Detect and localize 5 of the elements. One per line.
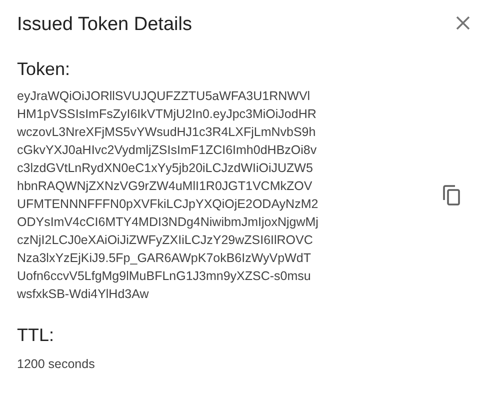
ttl-label: TTL: xyxy=(17,324,54,347)
token-label: Token: xyxy=(17,58,70,81)
token-value: eyJraWQiOiJORllSVUJQUFZZTU5aWFA3U1RNWVlHM1pVSSIsImFsZyI6IkVTMjU2In0.eyJpc3MiOiJodHRwczovL3NreXFjMS5vYWsudHJ1c3R4LXFjLmNvbS9hcGkvYXJ0aHIvc2VydmljZSIsImF1ZCI6Imh0dHBzOi8vc3lzdGVtLnRydXN0eC1xYy5jb20iLCJzdWIiOiJUZW5hbnRAQWNjZXNzVG9rZW4uMlI1R0JGT1VCMkZOVUFMTENNNFFFN0pXVFkiLCJpYXQiOjE2ODAyNzM2ODYsImV4cCI6MTY4MDI3NDg4NiwibmJmIjoxNjgwMjczNjI2LCJ0eXAiOiJiZWFyZXIiLCJzY29wZSI6IlROVCNza3lxYzEjKiJ9.5Fp_GAR6AWpK7okB6IzWyVpWdTUofn6ccvV5LfgMg9lMuBFLnG1J3mn9yXZSC-s0msuwsfxkSB-Wdi4YlHd3Aw xyxy=(17,88,319,303)
ttl-value: 1200 seconds xyxy=(17,356,95,373)
dialog-title: Issued Token Details xyxy=(17,13,192,37)
